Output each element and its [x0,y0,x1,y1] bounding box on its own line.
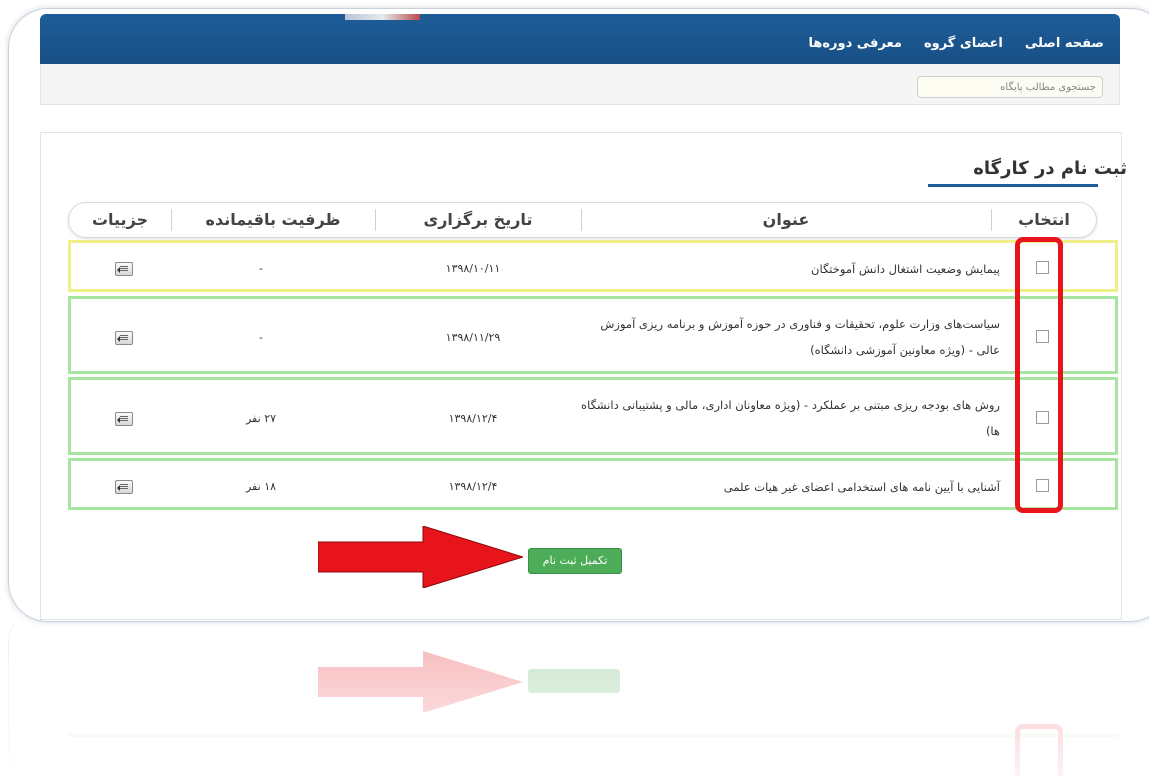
page-title: ثبت نام در کارگاه [973,158,1127,179]
row-capacity: - [259,331,263,344]
header-separator [171,209,172,231]
reflection-fade [0,624,1149,776]
title-underline [928,184,1098,187]
row-date: ۱۳۹۸/۱۲/۴ [448,412,498,425]
table-row: پیمایش وضعیت اشتغال دانش آموختگان ۱۳۹۸/۱… [68,240,1118,292]
details-list-icon[interactable] [115,480,133,494]
table-row: سیاست‌های وزارت علوم، تحقیقات و فناوری د… [68,296,1118,374]
header-separator [375,209,376,231]
row-title: سیاست‌های وزارت علوم، تحقیقات و فناوری د… [600,317,1000,357]
header-decoration [345,14,420,20]
header-separator [991,209,992,231]
row-title: روش های بودجه ریزی مبتنی بر عملکرد - (وی… [581,398,1000,438]
details-list-icon[interactable] [115,262,133,276]
search-bar: جستجوی مطالب پایگاه [40,64,1120,105]
red-arrow-icon [318,526,523,588]
top-navigation-bar: صفحه اصلی اعضای گروه معرفی دوره‌ها [40,14,1120,64]
header-title: عنوان [762,210,810,229]
nav-item-group-members[interactable]: اعضای گروه [924,36,1003,51]
nav-item-courses[interactable]: معرفی دوره‌ها [808,36,901,51]
row-title: پیمایش وضعیت اشتغال دانش آموختگان [811,262,1000,276]
details-list-icon[interactable] [115,331,133,345]
header-select: انتخاب [1018,210,1070,229]
header-capacity: ظرفیت باقیمانده [205,210,341,229]
header-separator [581,209,582,231]
details-list-icon[interactable] [115,412,133,426]
header-details: جزییات [91,210,149,229]
row-capacity: ۲۷ نفر [245,412,277,425]
complete-registration-button[interactable]: تکمیل ثبت نام [528,548,622,574]
nav-item-home[interactable]: صفحه اصلی [1025,36,1104,51]
header-date: تاریخ برگزاری [423,210,533,229]
main-menu: صفحه اصلی اعضای گروه معرفی دوره‌ها [808,36,1104,51]
row-capacity: - [259,262,263,275]
table-row: آشنایی با آیین نامه های استخدامی اعضای غ… [68,458,1118,510]
row-date: ۱۳۹۸/۱۱/۲۹ [445,331,501,344]
table-row: روش های بودجه ریزی مبتنی بر عملکرد - (وی… [68,377,1118,455]
table-header: انتخاب عنوان تاریخ برگزاری ظرفیت باقیمان… [68,202,1097,238]
row-capacity: ۱۸ نفر [245,480,277,493]
row-date: ۱۳۹۸/۱۰/۱۱ [445,262,501,275]
row-title: آشنایی با آیین نامه های استخدامی اعضای غ… [723,480,1000,494]
row-date: ۱۳۹۸/۱۲/۴ [448,480,498,493]
checkbox-highlight-callout [1015,237,1063,513]
search-input[interactable]: جستجوی مطالب پایگاه [917,76,1103,98]
